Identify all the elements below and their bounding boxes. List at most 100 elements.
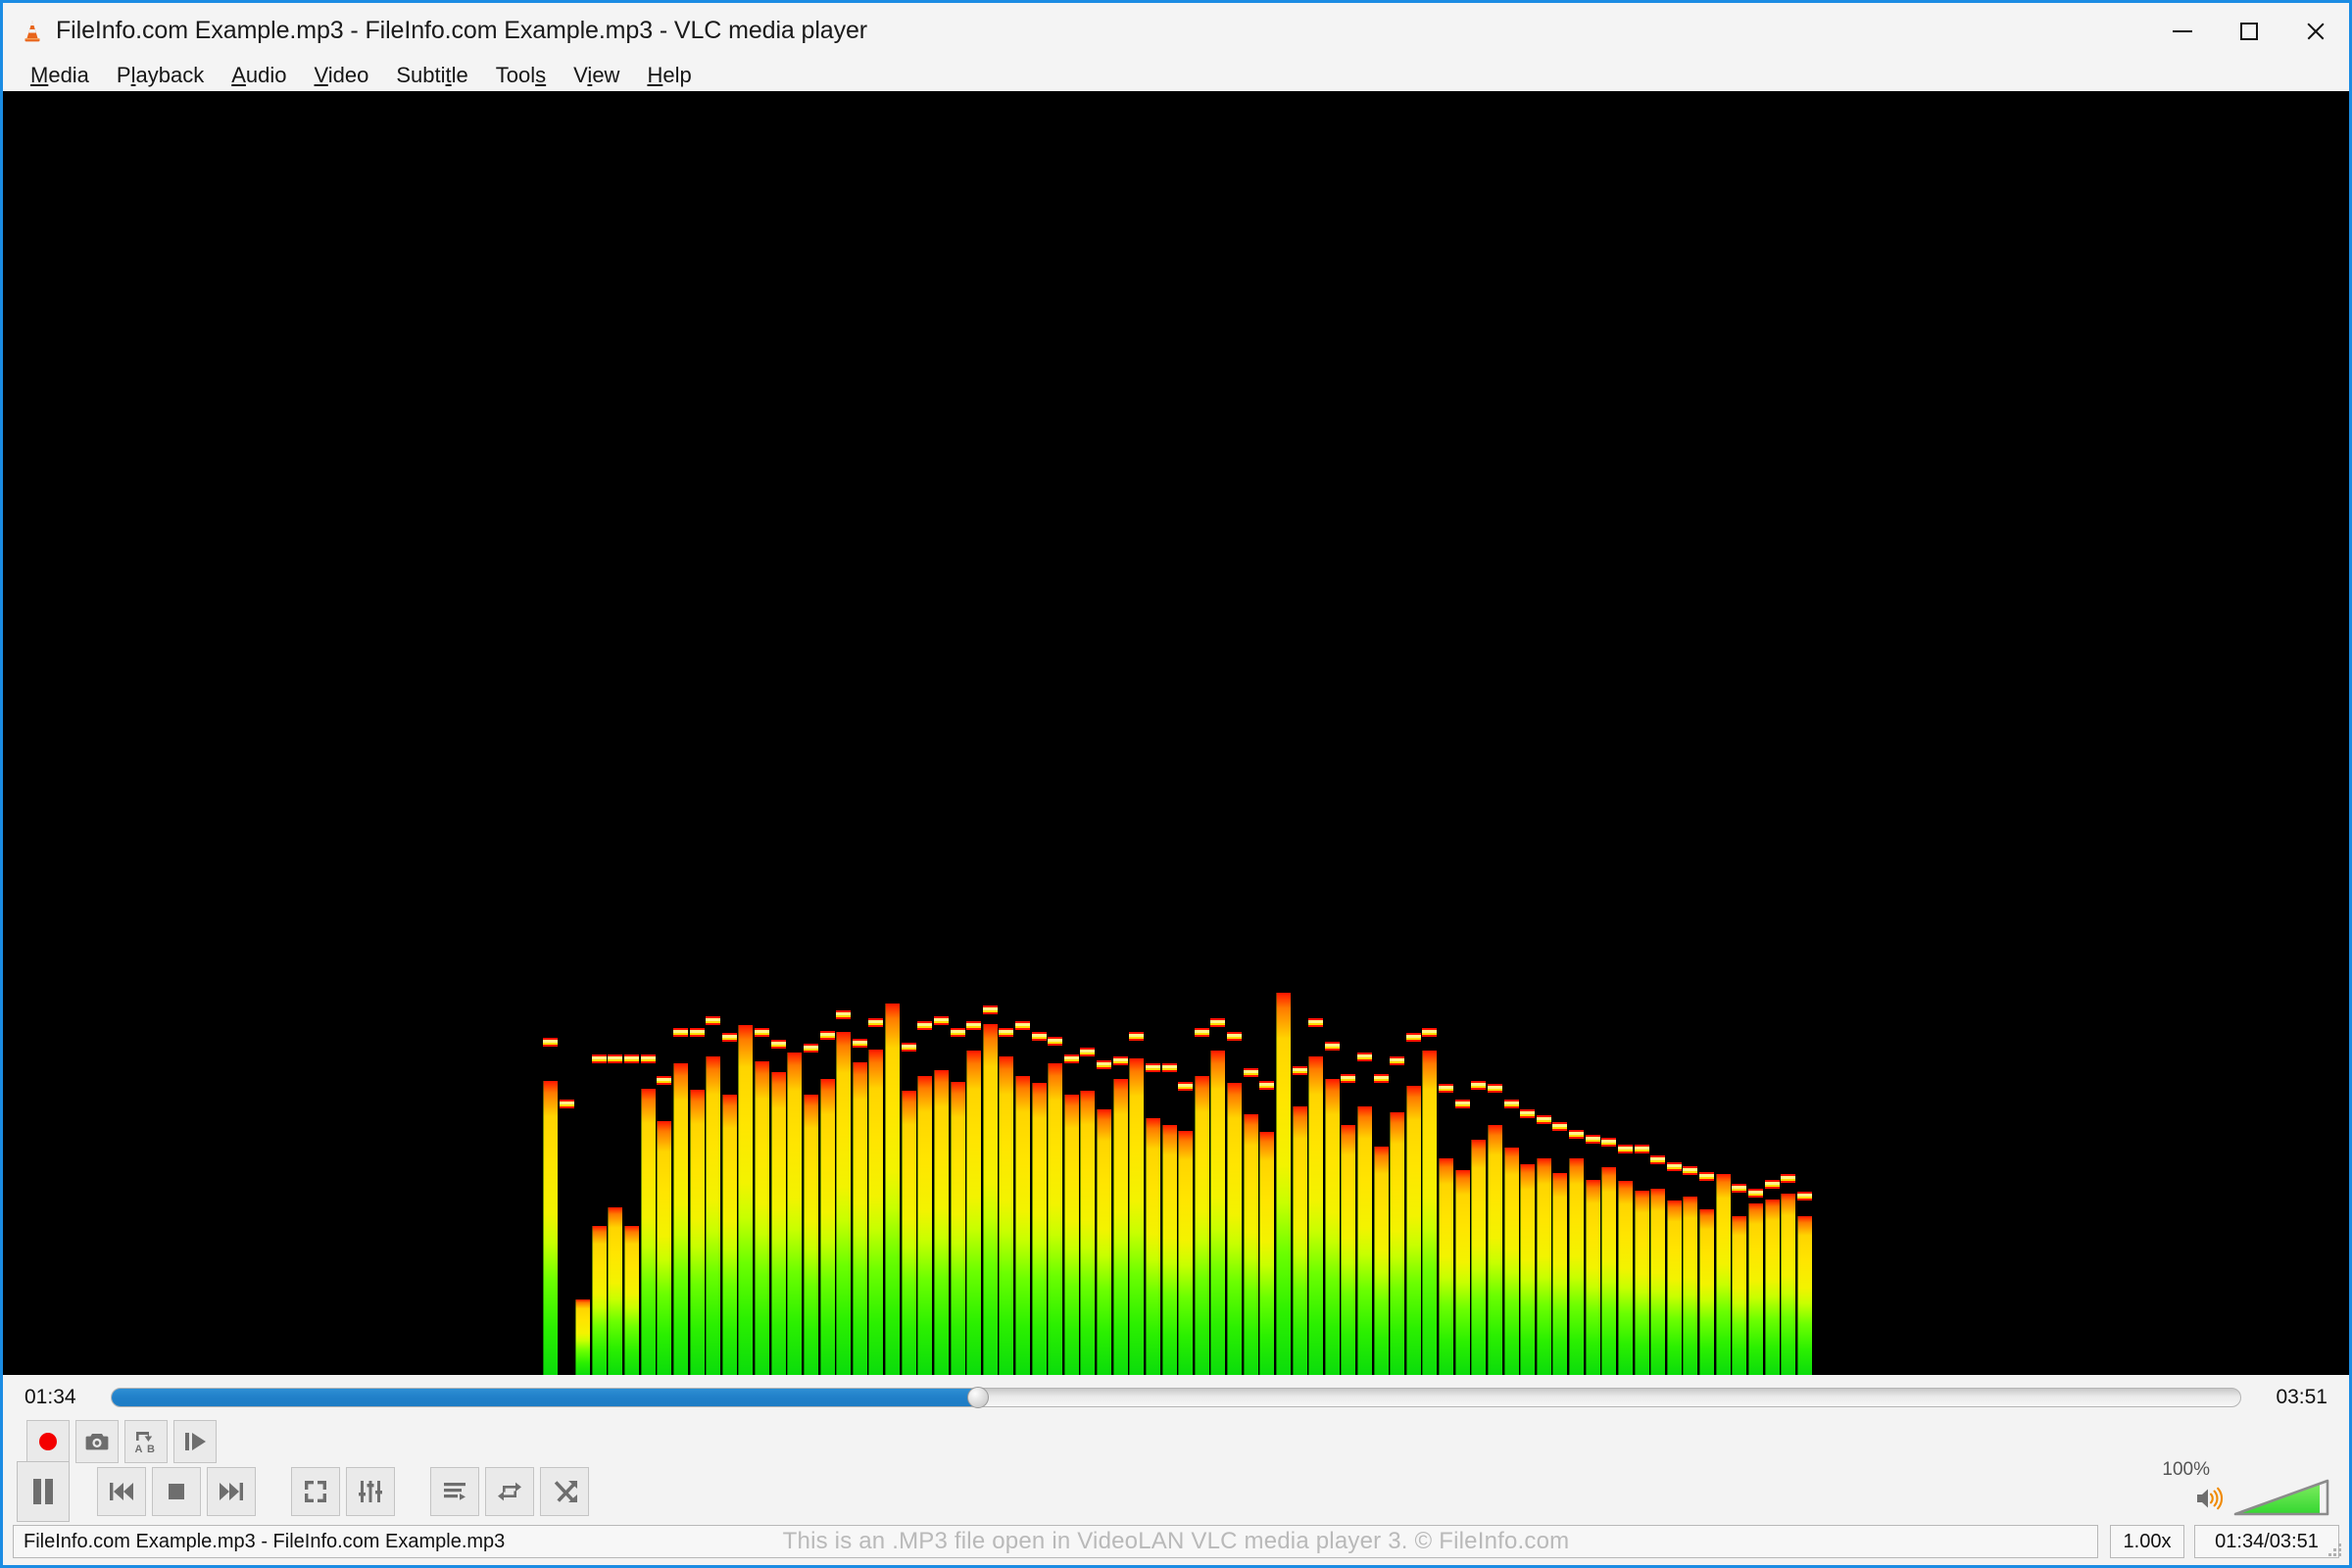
playlist-button[interactable] <box>430 1467 479 1516</box>
status-time-field[interactable]: 01:34/03:51 <box>2194 1525 2339 1558</box>
video-output-area[interactable] <box>3 91 2349 1375</box>
stop-icon <box>169 1484 184 1499</box>
spectrum-bar-body <box>1617 1181 1633 1375</box>
seek-handle[interactable] <box>967 1387 989 1408</box>
spectrum-peak-marker <box>917 1021 933 1030</box>
spectrum-bar-body <box>917 1076 933 1375</box>
spectrum-peak-marker <box>1520 1109 1536 1118</box>
frame-by-frame-button[interactable] <box>173 1420 217 1463</box>
spectrum-peak-marker <box>755 1028 770 1037</box>
spectrum-bar-body <box>1781 1194 1796 1375</box>
spectrum-peak-marker <box>672 1028 688 1037</box>
menu-item-view[interactable]: View <box>560 61 633 90</box>
menu-item-playback[interactable]: Playback <box>103 61 218 90</box>
minimize-button[interactable] <box>2149 3 2216 59</box>
speaker-icon[interactable] <box>2196 1486 2226 1516</box>
elapsed-time-label: 01:34 <box>24 1386 76 1408</box>
spectrum-peak-marker <box>559 1100 574 1108</box>
ab-loop-button[interactable]: A B <box>124 1420 168 1463</box>
extended-settings-button[interactable] <box>346 1467 395 1516</box>
spectrum-peak-marker <box>1357 1053 1372 1061</box>
spectrum-bar-body <box>755 1061 770 1375</box>
window-title: FileInfo.com Example.mp3 - FileInfo.com … <box>56 17 868 44</box>
spectrum-bar-body <box>982 1024 998 1375</box>
spectrum-peak-marker <box>1097 1060 1112 1069</box>
spectrum-peak-marker <box>1405 1033 1421 1042</box>
spectrum-peak-marker <box>1781 1174 1796 1183</box>
spectrum-peak-marker <box>1650 1155 1666 1164</box>
spectrum-bar-body <box>933 1070 949 1375</box>
total-time-label: 03:51 <box>2276 1386 2328 1408</box>
record-button[interactable] <box>26 1420 70 1463</box>
record-icon <box>39 1433 57 1450</box>
ab-loop-icon: A B <box>135 1432 155 1454</box>
spectrum-peak-marker <box>706 1016 721 1025</box>
loop-button[interactable] <box>485 1467 534 1516</box>
volume-control[interactable]: 100% <box>2162 1459 2331 1518</box>
svg-text:A: A <box>135 1444 143 1454</box>
spectrum-peak-marker <box>868 1018 884 1027</box>
spectrum-bar-body <box>1439 1158 1454 1375</box>
spectrum-bar-body <box>1683 1197 1698 1375</box>
menu-item-media[interactable]: Media <box>17 61 103 90</box>
spectrum-bar-body <box>966 1051 982 1375</box>
spectrum-bar-body <box>1585 1180 1600 1375</box>
menu-item-video[interactable]: Video <box>301 61 383 90</box>
stop-button[interactable] <box>152 1467 201 1516</box>
previous-button[interactable] <box>97 1467 146 1516</box>
spectrum-bar-body <box>1650 1189 1666 1375</box>
spectrum-peak-marker <box>982 1005 998 1014</box>
spectrum-bar-body <box>770 1072 786 1375</box>
volume-slider[interactable] <box>2233 1477 2331 1518</box>
menu-item-tools[interactable]: Tools <box>482 61 560 90</box>
spectrum-bar-body <box>1161 1125 1177 1375</box>
close-button[interactable] <box>2282 3 2349 59</box>
seek-progress-fill <box>112 1389 978 1406</box>
spectrum-bar-body <box>901 1091 916 1375</box>
spectrum-bar-body <box>1357 1106 1372 1375</box>
spectrum-bar-body <box>1308 1056 1324 1375</box>
spectrum-peak-marker <box>1666 1162 1682 1171</box>
playback-rate-field[interactable]: 1.00x <box>2110 1525 2184 1558</box>
spectrum-bar-body <box>1227 1083 1243 1375</box>
next-button[interactable] <box>207 1467 256 1516</box>
spectrum-peak-marker <box>770 1040 786 1049</box>
spectrum-peak-marker <box>657 1076 672 1085</box>
spectrum-bar-body <box>1471 1140 1487 1375</box>
spectrum-peak-marker <box>901 1043 916 1052</box>
spectrum-bar-body <box>689 1090 705 1375</box>
spectrum-bar-body <box>1063 1095 1079 1375</box>
spectrum-peak-marker <box>1243 1068 1258 1077</box>
window-controls <box>2149 3 2349 59</box>
seek-slider[interactable] <box>111 1387 2241 1408</box>
spectrum-bar-body <box>1405 1086 1421 1375</box>
spectrum-bar-body <box>999 1056 1014 1375</box>
menu-item-audio[interactable]: Audio <box>218 61 300 90</box>
primary-toolbar: 100% <box>3 1459 2349 1524</box>
spectrum-peak-marker <box>1390 1056 1405 1065</box>
spectrum-bar-body <box>1503 1148 1519 1375</box>
spectrum-peak-marker <box>852 1039 867 1048</box>
spectrum-peak-marker <box>999 1028 1014 1037</box>
spectrum-bar-body <box>1243 1114 1258 1375</box>
maximize-button[interactable] <box>2216 3 2282 59</box>
spectrum-bar-body <box>836 1032 852 1375</box>
spectrum-bar-body <box>1715 1174 1731 1375</box>
fullscreen-button[interactable] <box>291 1467 340 1516</box>
spectrum-peak-marker <box>1617 1145 1633 1153</box>
shuffle-button[interactable] <box>540 1467 589 1516</box>
spectrum-peak-marker <box>1080 1048 1096 1056</box>
spectrum-bar-body <box>1764 1200 1780 1375</box>
spectrum-peak-marker <box>1129 1032 1145 1041</box>
menu-item-help[interactable]: Help <box>633 61 705 90</box>
resize-grip-icon[interactable] <box>2328 1544 2343 1559</box>
spectrum-bar-body <box>1699 1209 1715 1375</box>
next-icon <box>220 1483 243 1500</box>
play-pause-button[interactable] <box>17 1461 70 1522</box>
snapshot-button[interactable] <box>75 1420 119 1463</box>
menu-item-subtitle[interactable]: Subtitle <box>382 61 481 90</box>
spectrum-bar-body <box>1569 1158 1585 1375</box>
spectrum-bar-body <box>1747 1203 1763 1375</box>
spectrum-bar-body <box>1601 1167 1617 1375</box>
spectrum-peak-marker <box>1178 1082 1194 1091</box>
